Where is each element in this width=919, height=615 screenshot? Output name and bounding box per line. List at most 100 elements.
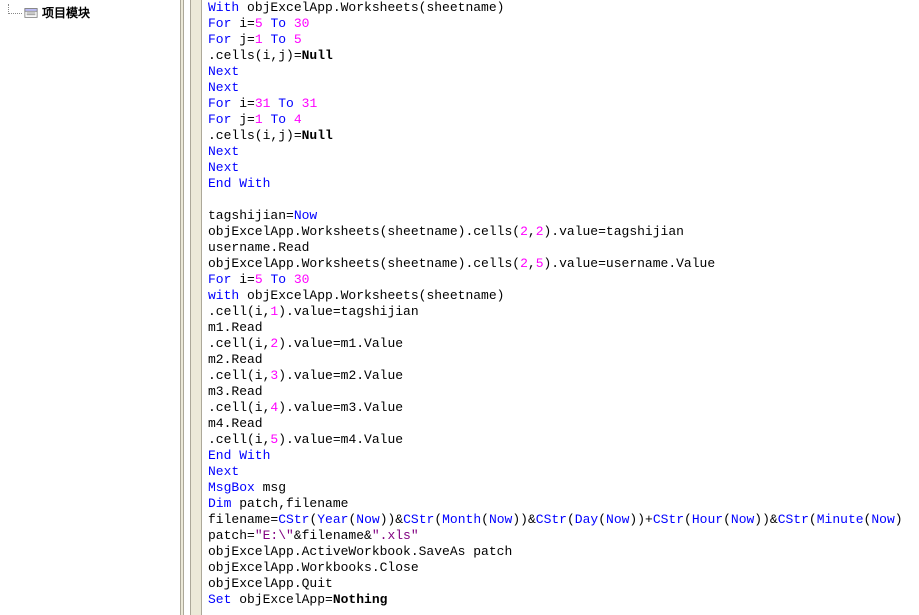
code-token: CStr xyxy=(278,512,309,527)
code-line[interactable]: Set objExcelApp=Nothing xyxy=(208,592,919,608)
code-token: m4.Read xyxy=(208,416,263,431)
code-token: Now xyxy=(489,512,512,527)
code-token: Set xyxy=(208,592,231,607)
code-line[interactable]: m3.Read xyxy=(208,384,919,400)
code-token: MsgBox xyxy=(208,480,255,495)
code-line[interactable]: For j=1 To 4 xyxy=(208,112,919,128)
code-token: Hour xyxy=(692,512,723,527)
code-token: m2.Read xyxy=(208,352,263,367)
code-token: For xyxy=(208,32,231,47)
code-token: objExcelApp.Workbooks.Close xyxy=(208,560,419,575)
code-token: Next xyxy=(208,64,239,79)
code-token: i= xyxy=(231,272,254,287)
code-token: , xyxy=(528,224,536,239)
code-token: .cell(i, xyxy=(208,336,270,351)
code-line[interactable]: For j=1 To 5 xyxy=(208,32,919,48)
code-token: 31 xyxy=(302,96,318,111)
code-line[interactable]: Next xyxy=(208,80,919,96)
code-line[interactable]: Next xyxy=(208,464,919,480)
code-token: objExcelApp.Quit xyxy=(208,576,333,591)
code-line[interactable] xyxy=(208,192,919,208)
code-token: ))& xyxy=(380,512,403,527)
code-token: Next xyxy=(208,464,239,479)
code-token: 5 xyxy=(536,256,544,271)
tree-item-label: 项目模块 xyxy=(42,4,90,21)
code-line[interactable]: Next xyxy=(208,144,919,160)
code-line[interactable]: For i=5 To 30 xyxy=(208,16,919,32)
code-token: objExcelApp.ActiveWorkbook.SaveAs patch xyxy=(208,544,512,559)
code-line[interactable]: objExcelApp.Worksheets(sheetname).cells(… xyxy=(208,256,919,272)
code-token: 2 xyxy=(536,224,544,239)
code-token: ).value=m2.Value xyxy=(278,368,403,383)
code-line[interactable]: For i=5 To 30 xyxy=(208,272,919,288)
code-line[interactable]: username.Read xyxy=(208,240,919,256)
code-line[interactable]: .cell(i,5).value=m4.Value xyxy=(208,432,919,448)
code-line[interactable]: .cells(i,j)=Null xyxy=(208,128,919,144)
code-token: msg xyxy=(255,480,286,495)
code-line[interactable]: m4.Read xyxy=(208,416,919,432)
splitter-bar[interactable] xyxy=(180,0,184,615)
code-token: 2 xyxy=(520,256,528,271)
code-token: Now xyxy=(606,512,629,527)
code-line[interactable]: m1.Read xyxy=(208,320,919,336)
code-token: Dim xyxy=(208,496,231,511)
code-token: j= xyxy=(231,32,254,47)
code-token: With xyxy=(208,0,239,15)
code-token: objExcelApp.Worksheets(sheetname) xyxy=(239,288,504,303)
code-token: j= xyxy=(231,112,254,127)
code-token: ( xyxy=(809,512,817,527)
code-line[interactable]: with objExcelApp.Worksheets(sheetname) xyxy=(208,288,919,304)
code-token: 4 xyxy=(294,112,302,127)
margin-gutter xyxy=(190,0,202,615)
tree-item-module[interactable]: 项目模块 xyxy=(0,0,180,25)
code-line[interactable]: Dim patch,filename xyxy=(208,496,919,512)
code-token: i= xyxy=(231,16,254,31)
code-token: CStr xyxy=(403,512,434,527)
code-token: Nothing xyxy=(333,592,388,607)
code-line[interactable]: .cell(i,1).value=tagshijian xyxy=(208,304,919,320)
code-token: .cell(i, xyxy=(208,432,270,447)
code-line[interactable]: End With xyxy=(208,448,919,464)
code-token: Day xyxy=(575,512,598,527)
code-token xyxy=(286,16,294,31)
code-line[interactable]: For i=31 To 31 xyxy=(208,96,919,112)
code-editor[interactable]: With objExcelApp.Worksheets(sheetname)Fo… xyxy=(208,0,919,615)
code-line[interactable]: tagshijian=Now xyxy=(208,208,919,224)
code-line[interactable]: objExcelApp.ActiveWorkbook.SaveAs patch xyxy=(208,544,919,560)
code-token: ))& xyxy=(512,512,535,527)
code-token: 2 xyxy=(520,224,528,239)
code-line[interactable]: Next xyxy=(208,64,919,80)
code-token: Null xyxy=(302,128,333,143)
code-token: "E:\" xyxy=(255,528,294,543)
code-token xyxy=(286,32,294,47)
code-token: ) xyxy=(895,512,903,527)
code-token: tagshijian= xyxy=(208,208,294,223)
code-line[interactable]: m2.Read xyxy=(208,352,919,368)
code-token: 5 xyxy=(294,32,302,47)
code-token: 1 xyxy=(255,32,263,47)
code-line[interactable]: End With xyxy=(208,176,919,192)
code-line[interactable]: patch="E:\"&filename&".xls" xyxy=(208,528,919,544)
code-token: .cell(i, xyxy=(208,400,270,415)
code-line[interactable]: MsgBox msg xyxy=(208,480,919,496)
code-line[interactable]: .cell(i,4).value=m3.Value xyxy=(208,400,919,416)
code-line[interactable]: With objExcelApp.Worksheets(sheetname) xyxy=(208,0,919,16)
code-line[interactable]: objExcelApp.Quit xyxy=(208,576,919,592)
code-line[interactable]: .cells(i,j)=Null xyxy=(208,48,919,64)
code-token: 31 xyxy=(255,96,271,111)
code-line[interactable]: objExcelApp.Workbooks.Close xyxy=(208,560,919,576)
code-token: ".xls" xyxy=(372,528,419,543)
code-token: For xyxy=(208,272,231,287)
code-token: ( xyxy=(684,512,692,527)
code-token: ( xyxy=(598,512,606,527)
code-token: Now xyxy=(356,512,379,527)
code-token: patch= xyxy=(208,528,255,543)
code-token: End With xyxy=(208,448,270,463)
code-token: 1 xyxy=(255,112,263,127)
code-line[interactable]: Next xyxy=(208,160,919,176)
code-token: CStr xyxy=(653,512,684,527)
code-line[interactable]: .cell(i,3).value=m2.Value xyxy=(208,368,919,384)
code-line[interactable]: objExcelApp.Worksheets(sheetname).cells(… xyxy=(208,224,919,240)
code-line[interactable]: filename=CStr(Year(Now))&CStr(Month(Now)… xyxy=(208,512,919,528)
code-line[interactable]: .cell(i,2).value=m1.Value xyxy=(208,336,919,352)
